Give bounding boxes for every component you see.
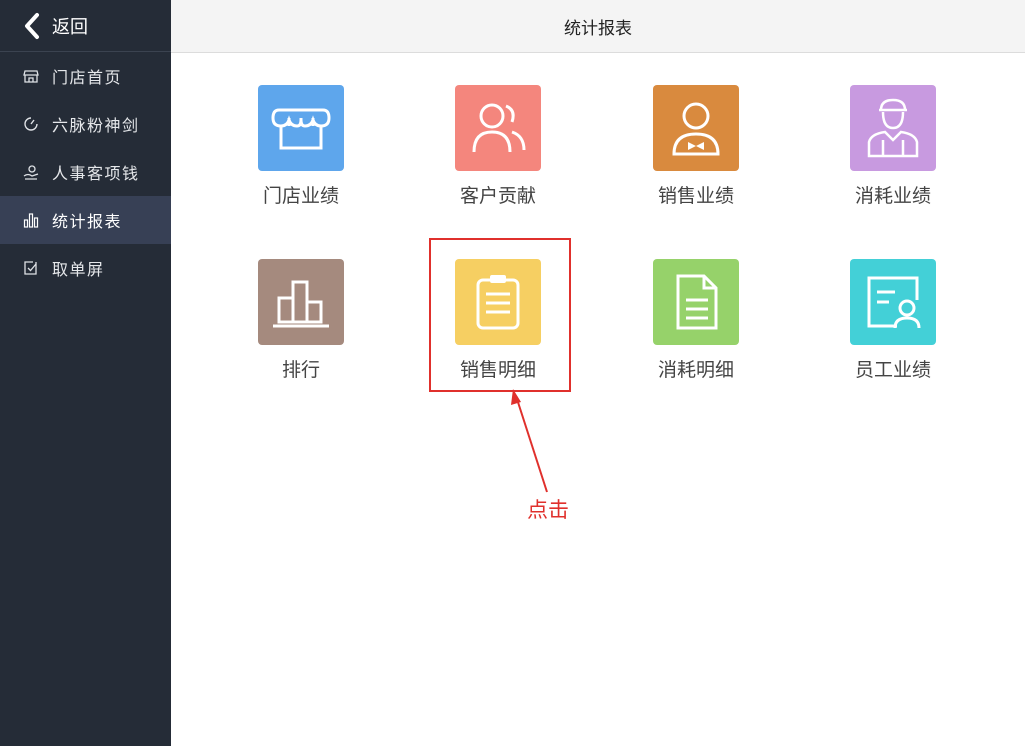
chevron-left-icon [25, 12, 39, 39]
tile-label: 消耗业绩 [854, 185, 931, 207]
bar-chart-icon [23, 213, 39, 228]
worker-icon [867, 98, 919, 158]
annotation-text: 点击 [527, 498, 569, 522]
sidebar-item-reports[interactable]: 统计报表 [0, 196, 171, 244]
tile-icon-box [258, 85, 344, 171]
sidebar-item-label: 统计报表 [52, 212, 123, 231]
highlight-box [429, 238, 571, 392]
customers-icon [472, 103, 526, 153]
hand-money-icon [23, 165, 39, 180]
tile-label: 门店业绩 [262, 185, 339, 207]
back-button[interactable]: 返回 [0, 0, 171, 52]
tile-icon-box [850, 259, 936, 345]
store-icon [23, 70, 39, 83]
tile-employee-performance[interactable]: 员工业绩 [828, 259, 958, 389]
tile-ranking[interactable]: 排行 [236, 259, 366, 389]
sidebar-item-label: 取单屏 [52, 260, 105, 279]
employee-card-icon [867, 276, 921, 329]
tile-icon-box [850, 85, 936, 171]
sidebar-item-label: 六脉粉神剑 [52, 116, 140, 135]
tile-label: 客户贡献 [459, 185, 536, 207]
tile-label: 消耗明细 [657, 359, 734, 381]
tile-label: 销售业绩 [657, 185, 734, 207]
storefront-icon [271, 108, 331, 150]
checklist-icon [24, 261, 37, 275]
sidebar: 返回 门店首页 六脉粉神剑 人事客项钱 统计报表 取单屏 [0, 0, 171, 746]
tile-customer-contribution[interactable]: 客户贡献 [433, 85, 563, 215]
back-label: 返回 [52, 16, 88, 38]
tile-sales-performance[interactable]: 销售业绩 [631, 85, 761, 215]
tile-icon-box [455, 85, 541, 171]
page-title: 统计报表 [171, 0, 1025, 53]
salesperson-icon [672, 102, 720, 156]
page-title-text: 统计报表 [564, 18, 632, 39]
tile-consumption-performance[interactable]: 消耗业绩 [828, 85, 958, 215]
sidebar-item-label: 人事客项钱 [52, 164, 140, 183]
sidebar-item-order-screen[interactable]: 取单屏 [0, 244, 171, 292]
tile-consumption-detail[interactable]: 消耗明细 [631, 259, 761, 389]
tile-label: 排行 [281, 359, 320, 381]
sidebar-item-six-meridian[interactable]: 六脉粉神剑 [0, 100, 171, 148]
ranking-icon [273, 280, 329, 328]
tile-store-performance[interactable]: 门店业绩 [236, 85, 366, 215]
tile-icon-box [258, 259, 344, 345]
tile-icon-box [653, 259, 739, 345]
tile-label: 员工业绩 [854, 359, 931, 381]
sidebar-item-store-home[interactable]: 门店首页 [0, 52, 171, 100]
sidebar-item-label: 门店首页 [52, 68, 123, 87]
gauge-icon [24, 117, 38, 131]
document-icon [676, 274, 718, 330]
tile-icon-box [653, 85, 739, 171]
sidebar-item-hr-money[interactable]: 人事客项钱 [0, 148, 171, 196]
